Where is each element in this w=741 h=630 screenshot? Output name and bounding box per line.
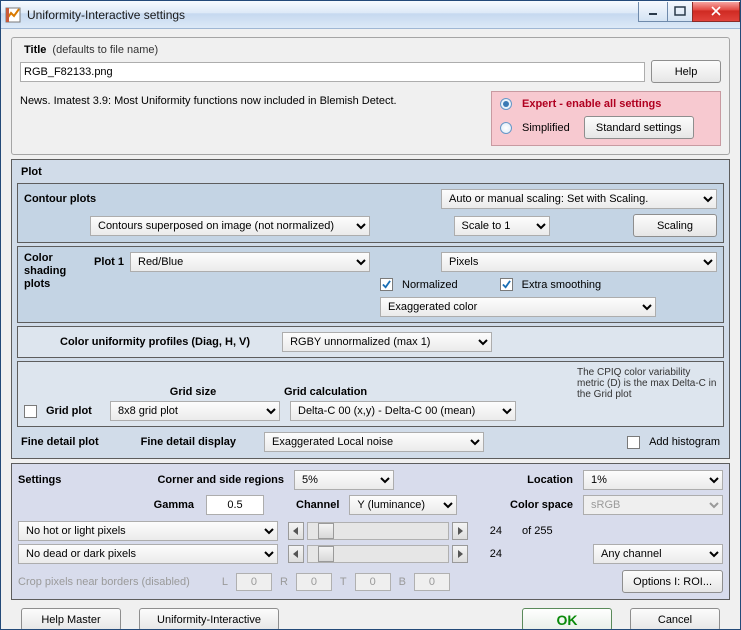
corner-select[interactable]: 5%: [294, 470, 394, 490]
app-icon: [5, 7, 21, 23]
radio-expert[interactable]: [500, 98, 512, 110]
close-button[interactable]: [692, 2, 740, 22]
title-label: Title: [24, 44, 46, 56]
hot-pixels-select[interactable]: No hot or light pixels: [18, 521, 278, 541]
title-hint: (defaults to file name): [52, 44, 158, 56]
extra-smoothing-label: Extra smoothing: [522, 279, 601, 291]
settings-heading: Settings: [18, 474, 128, 486]
options-roi-button[interactable]: Options I: ROI...: [622, 570, 723, 593]
mode-box: Expert - enable all settings Simplified …: [491, 91, 721, 146]
crop-label: Crop pixels near borders (disabled): [18, 576, 190, 588]
grid-plot-checkbox[interactable]: [24, 405, 37, 418]
grid-calc-label: Grid calculation: [284, 386, 510, 398]
plot-panel: Plot Contour plots Auto or manual scalin…: [11, 159, 730, 459]
plot-heading: Plot: [17, 164, 724, 180]
contour-superposed-select[interactable]: Contours superposed on image (not normal…: [90, 216, 370, 236]
crop-T: T: [340, 576, 347, 588]
uniformity-interactive-button[interactable]: Uniformity-Interactive: [139, 608, 279, 629]
auto-manual-select[interactable]: Auto or manual scaling: Set with Scaling…: [441, 189, 717, 209]
footer: Help Master Uniformity-Interactive OK Ca…: [11, 604, 730, 629]
contour-plots-label: Contour plots: [24, 193, 114, 205]
pixels-select[interactable]: Pixels: [441, 252, 717, 272]
cancel-button[interactable]: Cancel: [630, 608, 720, 629]
add-histogram-checkbox[interactable]: [627, 436, 640, 449]
uniformity-profiles-select[interactable]: RGBY unnormalized (max 1): [282, 332, 492, 352]
grid-size-select[interactable]: 8x8 grid plot: [110, 401, 280, 421]
color-shading-label: Color shading plots: [24, 252, 80, 291]
colorspace-select: sRGB: [583, 495, 723, 515]
help-master-button[interactable]: Help Master: [21, 608, 121, 629]
contour-sub: Contour plots Auto or manual scaling: Se…: [17, 183, 724, 243]
crop-R: R: [280, 576, 288, 588]
dead-pixels-select[interactable]: No dead or dark pixels: [18, 544, 278, 564]
settings-panel: Settings Corner and side regions 5% Loca…: [11, 463, 730, 600]
normalized-label: Normalized: [402, 279, 458, 291]
crop-T-input: [355, 573, 391, 591]
maximize-button[interactable]: [667, 2, 693, 22]
channel-select[interactable]: Y (luminance): [349, 495, 457, 515]
slider-dead-track[interactable]: [307, 545, 449, 563]
fine-detail-select[interactable]: Exaggerated Local noise: [264, 432, 484, 452]
plot1-select[interactable]: Red/Blue: [130, 252, 370, 272]
crop-B: B: [399, 576, 406, 588]
slider-dead-thumb[interactable]: [318, 546, 334, 562]
slider-dead-right[interactable]: [452, 545, 468, 563]
expert-radio-row[interactable]: Expert - enable all settings: [500, 98, 712, 110]
any-channel-select[interactable]: Any channel: [593, 544, 723, 564]
gamma-input[interactable]: [206, 495, 264, 515]
crop-B-input: [414, 573, 450, 591]
of-255: of 255: [522, 525, 553, 537]
color-shading-sub: Color shading plots Plot 1 Red/Blue Pixe…: [17, 246, 724, 323]
scale-to-select[interactable]: Scale to 1: [454, 216, 550, 236]
scaling-button[interactable]: Scaling: [633, 214, 717, 237]
corner-label: Corner and side regions: [134, 474, 284, 486]
help-button[interactable]: Help: [651, 60, 721, 83]
standard-settings-button[interactable]: Standard settings: [584, 116, 694, 139]
normalized-checkbox[interactable]: [380, 278, 393, 291]
news-text: News. Imatest 3.9: Most Uniformity funct…: [20, 91, 485, 146]
gamma-label: Gamma: [134, 499, 194, 511]
ok-button[interactable]: OK: [522, 608, 612, 629]
grid-calc-select[interactable]: Delta-C 00 (x,y) - Delta-C 00 (mean): [290, 401, 516, 421]
exaggerated-color-select[interactable]: Exaggerated color: [380, 297, 656, 317]
simplified-label: Simplified: [522, 122, 570, 134]
fine-detail-plot-label: Fine detail plot: [21, 436, 99, 448]
uniformity-profiles-label: Color uniformity profiles (Diag, H, V): [60, 336, 250, 348]
crop-L-input: [236, 573, 272, 591]
grid-plot-cb-label: Grid plot: [46, 405, 104, 417]
minimize-button[interactable]: [638, 2, 668, 22]
window-title: Uniformity-Interactive settings: [27, 8, 639, 22]
expert-label: Expert - enable all settings: [522, 98, 661, 110]
title-block: Title (defaults to file name) Help News.…: [11, 37, 730, 155]
slider-hot-thumb[interactable]: [318, 523, 334, 539]
grid-sub: Grid size Grid calculation The CPIQ colo…: [17, 361, 724, 427]
hot-value: 24: [474, 525, 502, 537]
location-select[interactable]: 1%: [583, 470, 723, 490]
title-input[interactable]: [20, 62, 645, 82]
extra-smoothing-checkbox[interactable]: [500, 278, 513, 291]
add-histogram-label: Add histogram: [649, 436, 720, 448]
radio-simplified[interactable]: [500, 122, 512, 134]
slider-dead-left[interactable]: [288, 545, 304, 563]
crop-R-input: [296, 573, 332, 591]
fine-detail-display-label: Fine detail display: [141, 436, 236, 448]
titlebar: Uniformity-Interactive settings: [1, 1, 740, 29]
crop-L: L: [222, 576, 228, 588]
grid-size-label: Grid size: [108, 386, 278, 398]
dead-value: 24: [474, 548, 502, 560]
slider-hot-track[interactable]: [307, 522, 449, 540]
uniformity-profiles-sub: Color uniformity profiles (Diag, H, V) R…: [17, 326, 724, 358]
cpiq-note: The CPIQ color variability metric (D) is…: [577, 367, 717, 400]
slider-hot-right[interactable]: [452, 522, 468, 540]
channel-label: Channel: [296, 499, 339, 511]
location-label: Location: [527, 474, 573, 486]
plot1-label: Plot 1: [86, 256, 124, 268]
slider-hot-left[interactable]: [288, 522, 304, 540]
colorspace-label: Color space: [510, 499, 573, 511]
